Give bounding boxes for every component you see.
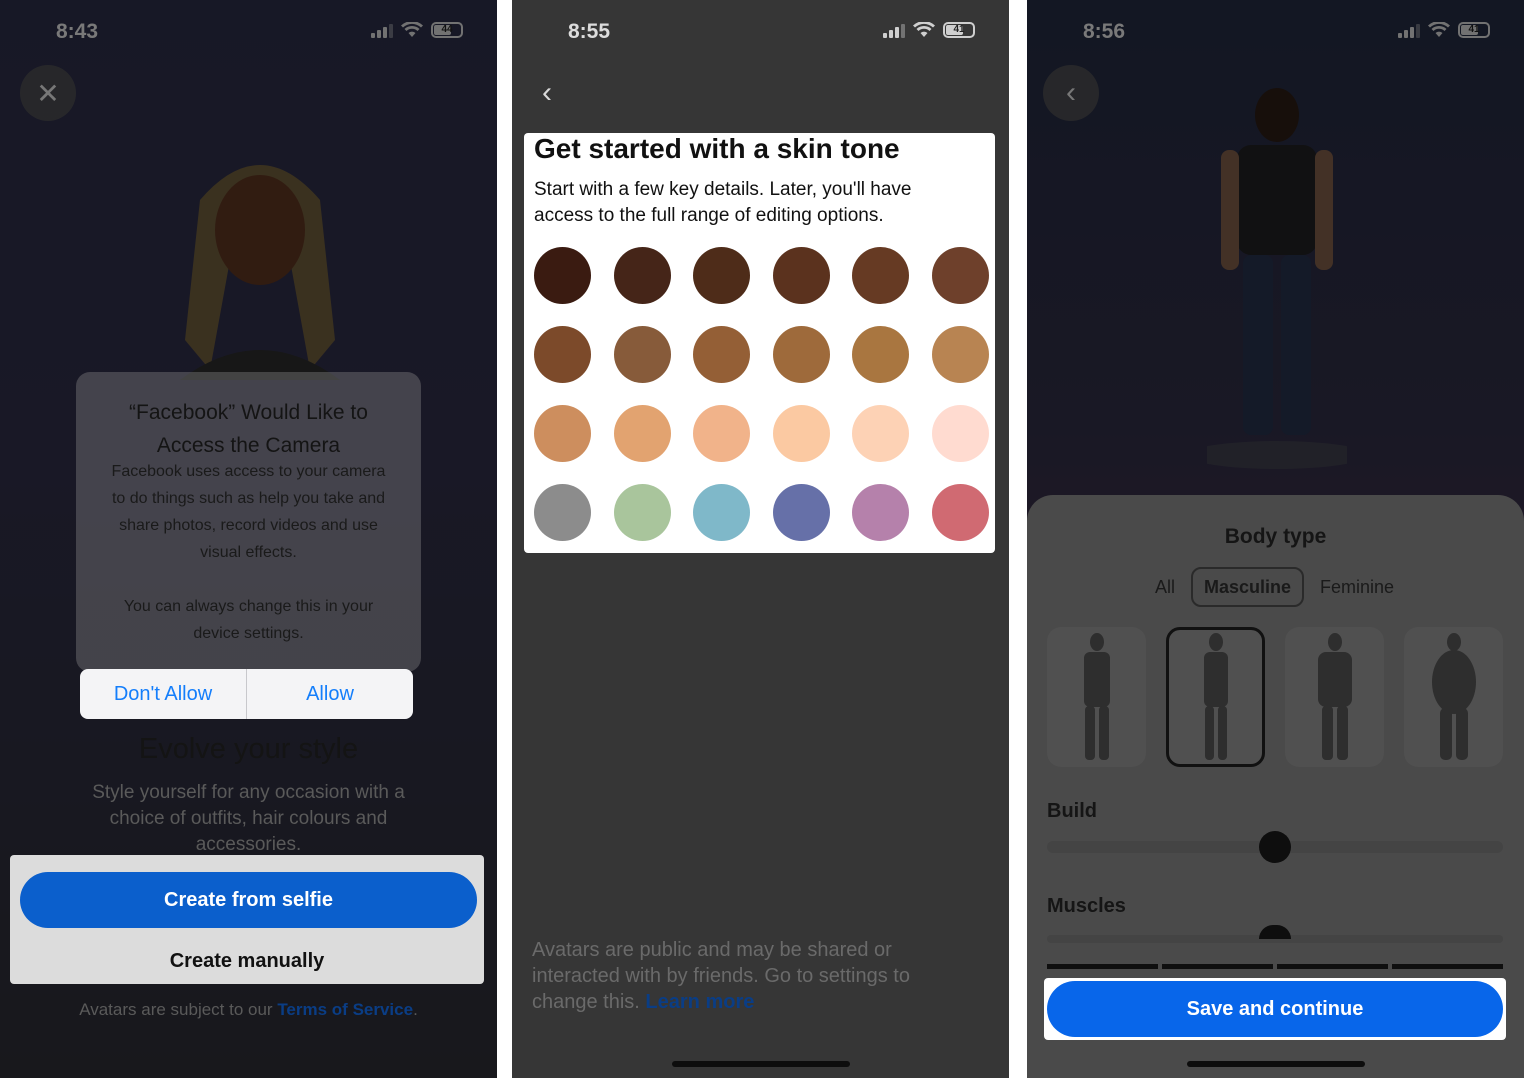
skin-tone-swatch[interactable]	[931, 326, 989, 383]
skin-tone-swatch[interactable]	[534, 326, 591, 383]
body-type-title: Body type	[1224, 525, 1327, 548]
skin-tone-swatch[interactable]	[772, 484, 830, 541]
skin-tone-description: Start with a few key details. Later, you…	[534, 179, 912, 226]
section-tab-indicators	[1047, 964, 1503, 969]
dont-allow-button[interactable]: Don't Allow	[80, 669, 247, 719]
body-shape-options	[1047, 627, 1503, 767]
skin-tone-swatch[interactable]	[613, 405, 671, 462]
skin-tone-swatch[interactable]	[534, 484, 591, 541]
page-heading: Evolve your style	[138, 733, 359, 765]
skin-tone-swatch[interactable]	[772, 247, 830, 304]
skin-tone-card: Get started with a skin tone Start with …	[524, 133, 995, 553]
learn-more-link[interactable]: Learn more	[645, 991, 754, 1013]
skin-tone-swatch[interactable]	[852, 326, 910, 383]
skin-tone-swatch[interactable]	[772, 326, 830, 383]
body-shape-option[interactable]	[1404, 627, 1503, 767]
muscles-slider-thumb[interactable]	[1259, 925, 1291, 939]
skin-tone-swatch[interactable]	[772, 405, 830, 462]
skin-tone-swatch[interactable]	[613, 484, 671, 541]
skin-tone-swatch-grid	[534, 247, 989, 541]
skin-tone-title: Get started with a skin tone	[534, 133, 900, 164]
camera-permission-alert: “Facebook” Would Like to Access the Camer…	[76, 372, 421, 672]
alert-title: “Facebook” Would Like to Access the Camer…	[129, 401, 368, 457]
back-chevron-icon[interactable]: ‹	[542, 76, 552, 110]
muscles-label: Muscles	[1047, 895, 1126, 917]
page-subtitle: Style yourself for any occasion with a ch…	[92, 782, 405, 855]
skin-tone-swatch[interactable]	[534, 405, 591, 462]
alert-message: Facebook uses access to your camera to d…	[111, 463, 386, 642]
skin-tone-swatch[interactable]	[693, 247, 751, 304]
skin-tone-swatch[interactable]	[693, 484, 751, 541]
panel-body-type: 8:56 41 ‹ Body type All Masculine Femini…	[1027, 0, 1524, 1078]
terms-of-service-link[interactable]: Terms of Service	[277, 1000, 413, 1019]
battery-icon: 41	[943, 22, 975, 38]
skin-tone-swatch[interactable]	[852, 484, 910, 541]
skin-tone-swatch[interactable]	[693, 326, 751, 383]
status-bar: 8:55 41	[512, 18, 1009, 48]
skin-tone-swatch[interactable]	[613, 326, 671, 383]
create-from-selfie-button[interactable]: Create from selfie	[20, 872, 477, 928]
body-shape-option[interactable]	[1047, 627, 1146, 767]
skin-tone-swatch[interactable]	[852, 405, 910, 462]
avatar-privacy-disclaimer: Avatars are public and may be shared or i…	[532, 939, 910, 1013]
alert-buttons: Don't Allow Allow	[80, 669, 413, 719]
body-shape-option-selected[interactable]	[1166, 627, 1265, 767]
allow-button[interactable]: Allow	[247, 669, 413, 719]
skin-tone-swatch[interactable]	[931, 484, 989, 541]
skin-tone-swatch[interactable]	[613, 247, 671, 304]
segment-all[interactable]: All	[1147, 567, 1183, 607]
body-shape-option[interactable]	[1285, 627, 1384, 767]
build-label: Build	[1047, 800, 1097, 822]
terms-text: Avatars are subject to our Terms of Serv…	[79, 1000, 418, 1019]
cellular-signal-icon	[883, 22, 905, 38]
home-indicator	[1187, 1061, 1365, 1067]
segment-masculine[interactable]: Masculine	[1191, 567, 1304, 607]
skin-tone-swatch[interactable]	[852, 247, 910, 304]
segment-feminine[interactable]: Feminine	[1315, 567, 1399, 607]
create-options-sheet: Create from selfie Create manually	[10, 855, 484, 984]
skin-tone-swatch[interactable]	[931, 405, 989, 462]
save-button-container: Save and continue	[1044, 978, 1506, 1040]
panel-camera-permission: 8:43 44 ✕ “Facebook” Would Like to Access…	[0, 0, 497, 1078]
skin-tone-swatch[interactable]	[693, 405, 751, 462]
skin-tone-swatch[interactable]	[534, 247, 591, 304]
build-slider-thumb[interactable]	[1259, 831, 1291, 863]
status-time: 8:55	[568, 20, 611, 43]
skin-tone-swatch[interactable]	[931, 247, 989, 304]
wifi-icon	[913, 22, 935, 37]
create-manually-button[interactable]: Create manually	[10, 950, 484, 973]
save-and-continue-button[interactable]: Save and continue	[1047, 981, 1503, 1037]
home-indicator	[672, 1061, 850, 1067]
battery-level: 41	[953, 24, 965, 35]
panel-skin-tone: 8:55 41 ‹ Get started with a skin tone S…	[512, 0, 1009, 1078]
